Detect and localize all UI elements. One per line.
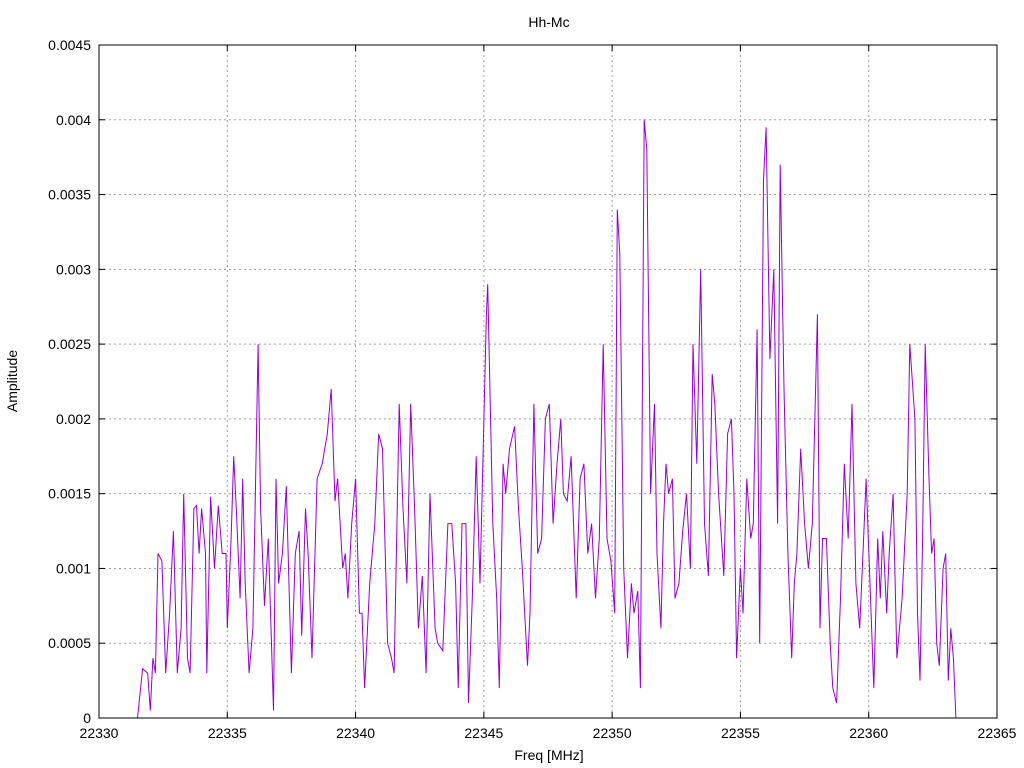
x-tick-label: 22335 xyxy=(208,725,247,741)
y-tick-label: 0.001 xyxy=(56,560,91,576)
grid xyxy=(99,45,997,718)
x-tick-label: 22355 xyxy=(721,725,760,741)
y-tick-label: 0.0025 xyxy=(48,336,91,352)
x-tick-label: 22345 xyxy=(464,725,503,741)
x-tick-label: 22340 xyxy=(336,725,375,741)
x-tick-label: 22330 xyxy=(80,725,119,741)
chart: 22330 22335 22340 22345 22350 22355 22360 22365… xyxy=(4,14,1017,763)
y-axis-label: Amplitude xyxy=(4,350,20,412)
y-tick-label: 0.004 xyxy=(56,112,91,128)
x-tick-label: 22350 xyxy=(593,725,632,741)
y-tick-label: 0.0045 xyxy=(48,37,91,53)
y-tick-label: 0.0005 xyxy=(48,635,91,651)
y-tick-label: 0.002 xyxy=(56,411,91,427)
y-tick-label: 0 xyxy=(83,710,91,726)
y-tick-label: 0.0015 xyxy=(48,486,91,502)
y-tick-label: 0.003 xyxy=(56,261,91,277)
x-axis-label: Freq [MHz] xyxy=(514,747,583,763)
x-tick-label: 22365 xyxy=(978,725,1017,741)
x-tick-label: 22360 xyxy=(849,725,888,741)
chart-title: Hh-Mc xyxy=(528,14,569,30)
plot-frame xyxy=(98,44,998,719)
y-tick-label: 0.0035 xyxy=(48,187,91,203)
